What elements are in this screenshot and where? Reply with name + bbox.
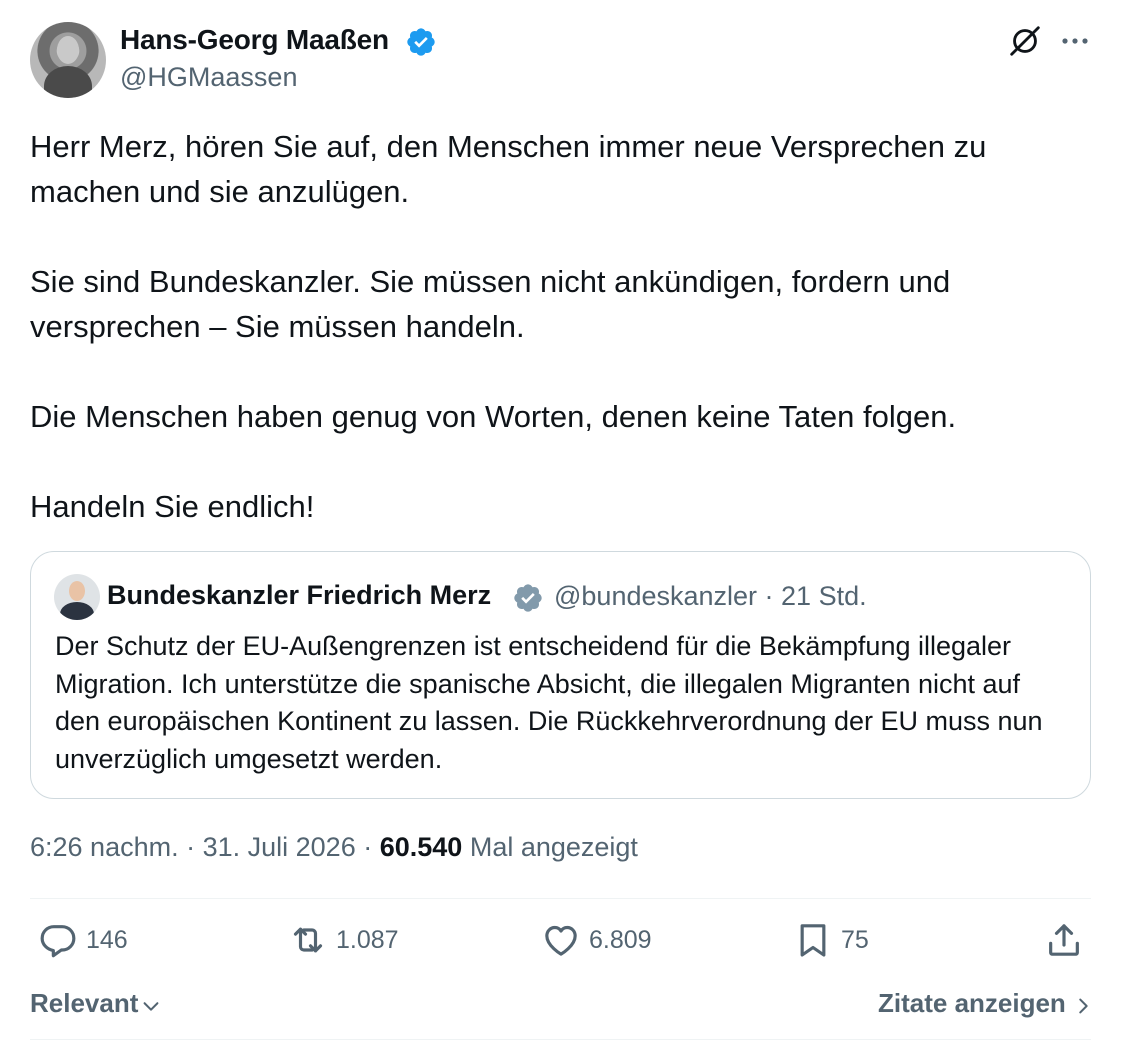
view-quotes-link[interactable]: Zitate anzeigen — [878, 988, 1094, 1019]
grok-icon[interactable] — [1006, 22, 1044, 60]
repost-count: 1.087 — [336, 925, 399, 954]
chevron-down-icon — [143, 1001, 159, 1011]
post-paragraph: Sie sind Bundeskanzler. Sie müssen nicht… — [30, 264, 951, 344]
quoted-handle[interactable]: @bundeskanzler — [554, 581, 757, 611]
quoted-avatar[interactable] — [54, 574, 100, 620]
share-button[interactable] — [1044, 920, 1084, 960]
like-button[interactable]: 6.809 — [541, 920, 652, 960]
reply-icon — [40, 925, 76, 958]
avatar-body — [60, 602, 94, 620]
divider — [30, 898, 1091, 899]
quoted-text: Der Schutz der EU-Außengrenzen ist entsc… — [55, 631, 1043, 774]
quoted-meta: @bundeskanzler · 21 Std. — [554, 581, 867, 611]
reply-button[interactable]: 146 — [38, 920, 128, 960]
repost-button[interactable]: 1.087 — [288, 920, 399, 960]
reply-count: 146 — [86, 925, 128, 954]
avatar-body — [44, 66, 92, 98]
avatar-face — [57, 36, 79, 64]
author-avatar[interactable] — [30, 22, 106, 98]
like-count: 6.809 — [589, 925, 652, 954]
verified-badge-icon — [407, 28, 435, 56]
post-paragraph: Herr Merz, hören Sie auf, den Menschen i… — [30, 129, 987, 209]
more-icon[interactable] — [1058, 26, 1092, 56]
quoted-post[interactable]: Bundeskanzler Friedrich Merz @bundeskanz… — [30, 551, 1091, 799]
government-verified-badge-icon — [514, 584, 542, 612]
author-name[interactable]: Hans-Georg Maaßen — [120, 24, 389, 56]
bookmark-count: 75 — [841, 925, 869, 954]
divider — [30, 1039, 1091, 1040]
view-quotes-label: Zitate anzeigen — [878, 988, 1066, 1018]
post-meta: 6:26 nachm. · 31. Juli 2026 · 60.540 Mal… — [30, 832, 638, 862]
post-paragraph: Die Menschen haben genug von Worten, den… — [30, 399, 957, 434]
share-icon — [1049, 924, 1079, 956]
post-time[interactable]: 6:26 nachm. — [30, 832, 179, 862]
sort-label: Relevant — [30, 988, 139, 1018]
author-handle[interactable]: @HGMaassen — [120, 62, 297, 93]
post-date[interactable]: 31. Juli 2026 — [203, 832, 356, 862]
repost-icon — [293, 927, 323, 953]
avatar-face — [69, 581, 85, 601]
sort-dropdown[interactable]: Relevant — [30, 988, 162, 1019]
post-text: Herr Merz, hören Sie auf, den Menschen i… — [30, 124, 1090, 529]
view-count: 60.540 — [379, 832, 463, 862]
bookmark-icon — [800, 924, 826, 957]
post-paragraph: Handeln Sie endlich! — [30, 489, 315, 524]
views-label: Mal angezeigt — [469, 832, 638, 862]
like-icon — [545, 925, 577, 956]
quoted-author-name[interactable]: Bundeskanzler Friedrich Merz — [107, 580, 491, 611]
chevron-right-icon — [1079, 998, 1088, 1013]
bookmark-button[interactable]: 75 — [793, 920, 869, 960]
quoted-time[interactable]: 21 Std. — [781, 581, 867, 611]
